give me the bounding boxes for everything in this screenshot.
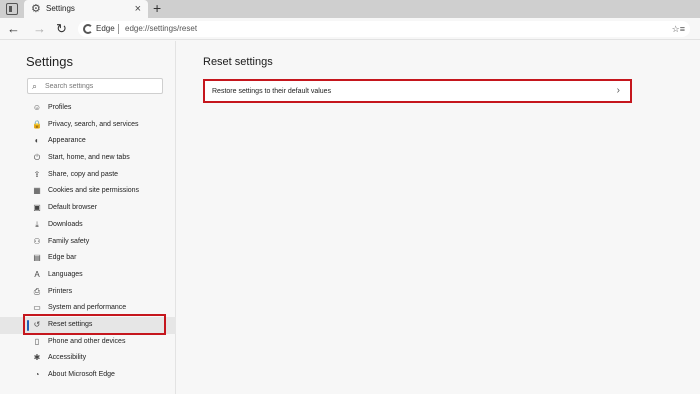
address-bar[interactable]: Edge edge://settings/reset ☆≡: [78, 21, 690, 37]
edge-logo-icon: [83, 24, 93, 34]
sidebar-item-cookies-and-site-permissions[interactable]: ▦ Cookies and site permissions: [0, 183, 176, 200]
sidebar-item-family-safety[interactable]: ⚇ Family safety: [0, 234, 176, 251]
sidebar-item-privacy-search-and-services[interactable]: 🔒 Privacy, search, and services: [0, 117, 176, 134]
sidebar-item-phone-and-other-devices[interactable]: ▯ Phone and other devices: [0, 334, 176, 351]
sidebar-item-label: Accessibility: [48, 354, 87, 362]
reset-settings-highlight: [23, 314, 166, 335]
new-tab-button[interactable]: +: [153, 1, 161, 16]
sidebar-item-label: Languages: [48, 270, 83, 278]
person-icon: ☺: [32, 103, 42, 112]
palette-icon: ◐: [34, 136, 40, 146]
gear-icon: ⚙: [31, 3, 41, 15]
sidebar-item-printers[interactable]: ⎙ Printers: [0, 284, 176, 301]
sidebar-item-accessibility[interactable]: ✱ Accessibility: [0, 350, 176, 367]
refresh-button[interactable]: ↻: [56, 21, 67, 36]
sidebar-nav: ☺ Profiles 🔒 Privacy, search, and services ◐…: [0, 100, 176, 384]
browser-icon: ▣: [33, 203, 41, 213]
family-icon: ⚇: [33, 236, 41, 246]
phone-icon: ▯: [34, 336, 40, 346]
favorites-icon[interactable]: ☆≡: [672, 23, 685, 35]
sidebar-item-start-home-and-new-tabs[interactable]: ⏻ Start, home, and new tabs: [0, 150, 176, 167]
sidebar-item-profiles[interactable]: ☺ Profiles: [0, 100, 176, 117]
sidebar-item-label: Edge bar: [48, 254, 77, 262]
sidebar-item-label: Downloads: [48, 220, 83, 228]
page-title: Reset settings: [203, 56, 273, 68]
sidebar-item-downloads[interactable]: ⤓ Downloads: [0, 217, 176, 234]
sidebar-item-label: Appearance: [48, 137, 86, 145]
search-input[interactable]: [45, 81, 157, 92]
address-url[interactable]: edge://settings/reset: [125, 24, 197, 33]
sidebar-item-label: Privacy, search, and services: [48, 120, 139, 128]
sidebar-item-share-copy-and-paste[interactable]: ⇪ Share, copy and paste: [0, 167, 176, 184]
lock-icon: 🔒: [32, 119, 42, 129]
restore-defaults-label: Restore settings to their default values: [212, 88, 332, 95]
address-site-label: Edge: [96, 24, 115, 33]
power-icon: ⏻: [33, 153, 41, 163]
sidebar-item-label: Profiles: [48, 104, 72, 111]
sidebar-item-appearance[interactable]: ◐ Appearance: [0, 133, 176, 150]
languages-icon: A: [34, 269, 40, 279]
search-icon: ⌕: [32, 81, 38, 91]
address-divider: [118, 24, 119, 34]
tab-settings[interactable]: ⚙ Settings ×: [24, 0, 148, 18]
sidebar-item-label: Family safety: [48, 237, 90, 245]
share-icon: ⇪: [33, 169, 41, 179]
sidebar-item-label: Start, home, and new tabs: [48, 154, 130, 162]
sidebar-item-label: About Microsoft Edge: [48, 371, 115, 378]
edge-logo-icon: ◔: [34, 370, 40, 379]
sidebar-item-label: Printers: [48, 287, 73, 295]
tab-title: Settings: [46, 4, 75, 13]
sidebar-item-label: Phone and other devices: [48, 337, 126, 345]
system-icon: ▭: [33, 303, 41, 313]
forward-button[interactable]: →: [33, 21, 46, 36]
close-icon[interactable]: ×: [135, 3, 141, 15]
tab-actions-icon[interactable]: [6, 3, 18, 15]
restore-defaults-option[interactable]: Restore settings to their default values…: [203, 79, 632, 103]
printer-icon: ⎙: [33, 286, 41, 296]
sidebar-title: Settings: [26, 54, 73, 69]
edge-bar-icon: ▤: [33, 253, 41, 263]
download-icon: ⤓: [35, 219, 39, 229]
sidebar-item-about-microsoft-edge[interactable]: ◔ About Microsoft Edge: [0, 367, 176, 384]
cookie-icon: ▦: [33, 186, 41, 196]
sidebar-item-label: Share, copy and paste: [48, 170, 119, 178]
sidebar-item-label: Default browser: [48, 204, 98, 212]
sidebar-item-edge-bar[interactable]: ▤ Edge bar: [0, 250, 176, 267]
sidebar-item-label: Cookies and site permissions: [48, 187, 140, 195]
chevron-right-icon: ›: [616, 85, 620, 96]
tab-strip: ⚙ Settings × +: [0, 0, 700, 18]
toolbar: ← → ↻ Edge edge://settings/reset ☆≡: [0, 18, 700, 40]
sidebar-item-label: System and performance: [48, 304, 127, 312]
search-box[interactable]: ⌕: [27, 78, 163, 94]
sidebar-item-languages[interactable]: A Languages: [0, 267, 176, 284]
accessibility-icon: ✱: [33, 353, 41, 363]
sidebar-item-default-browser[interactable]: ▣ Default browser: [0, 200, 176, 217]
back-button[interactable]: ←: [7, 21, 20, 36]
settings-sidebar: Settings ⌕ ☺ Profiles 🔒 Privacy, search, an…: [0, 41, 176, 394]
